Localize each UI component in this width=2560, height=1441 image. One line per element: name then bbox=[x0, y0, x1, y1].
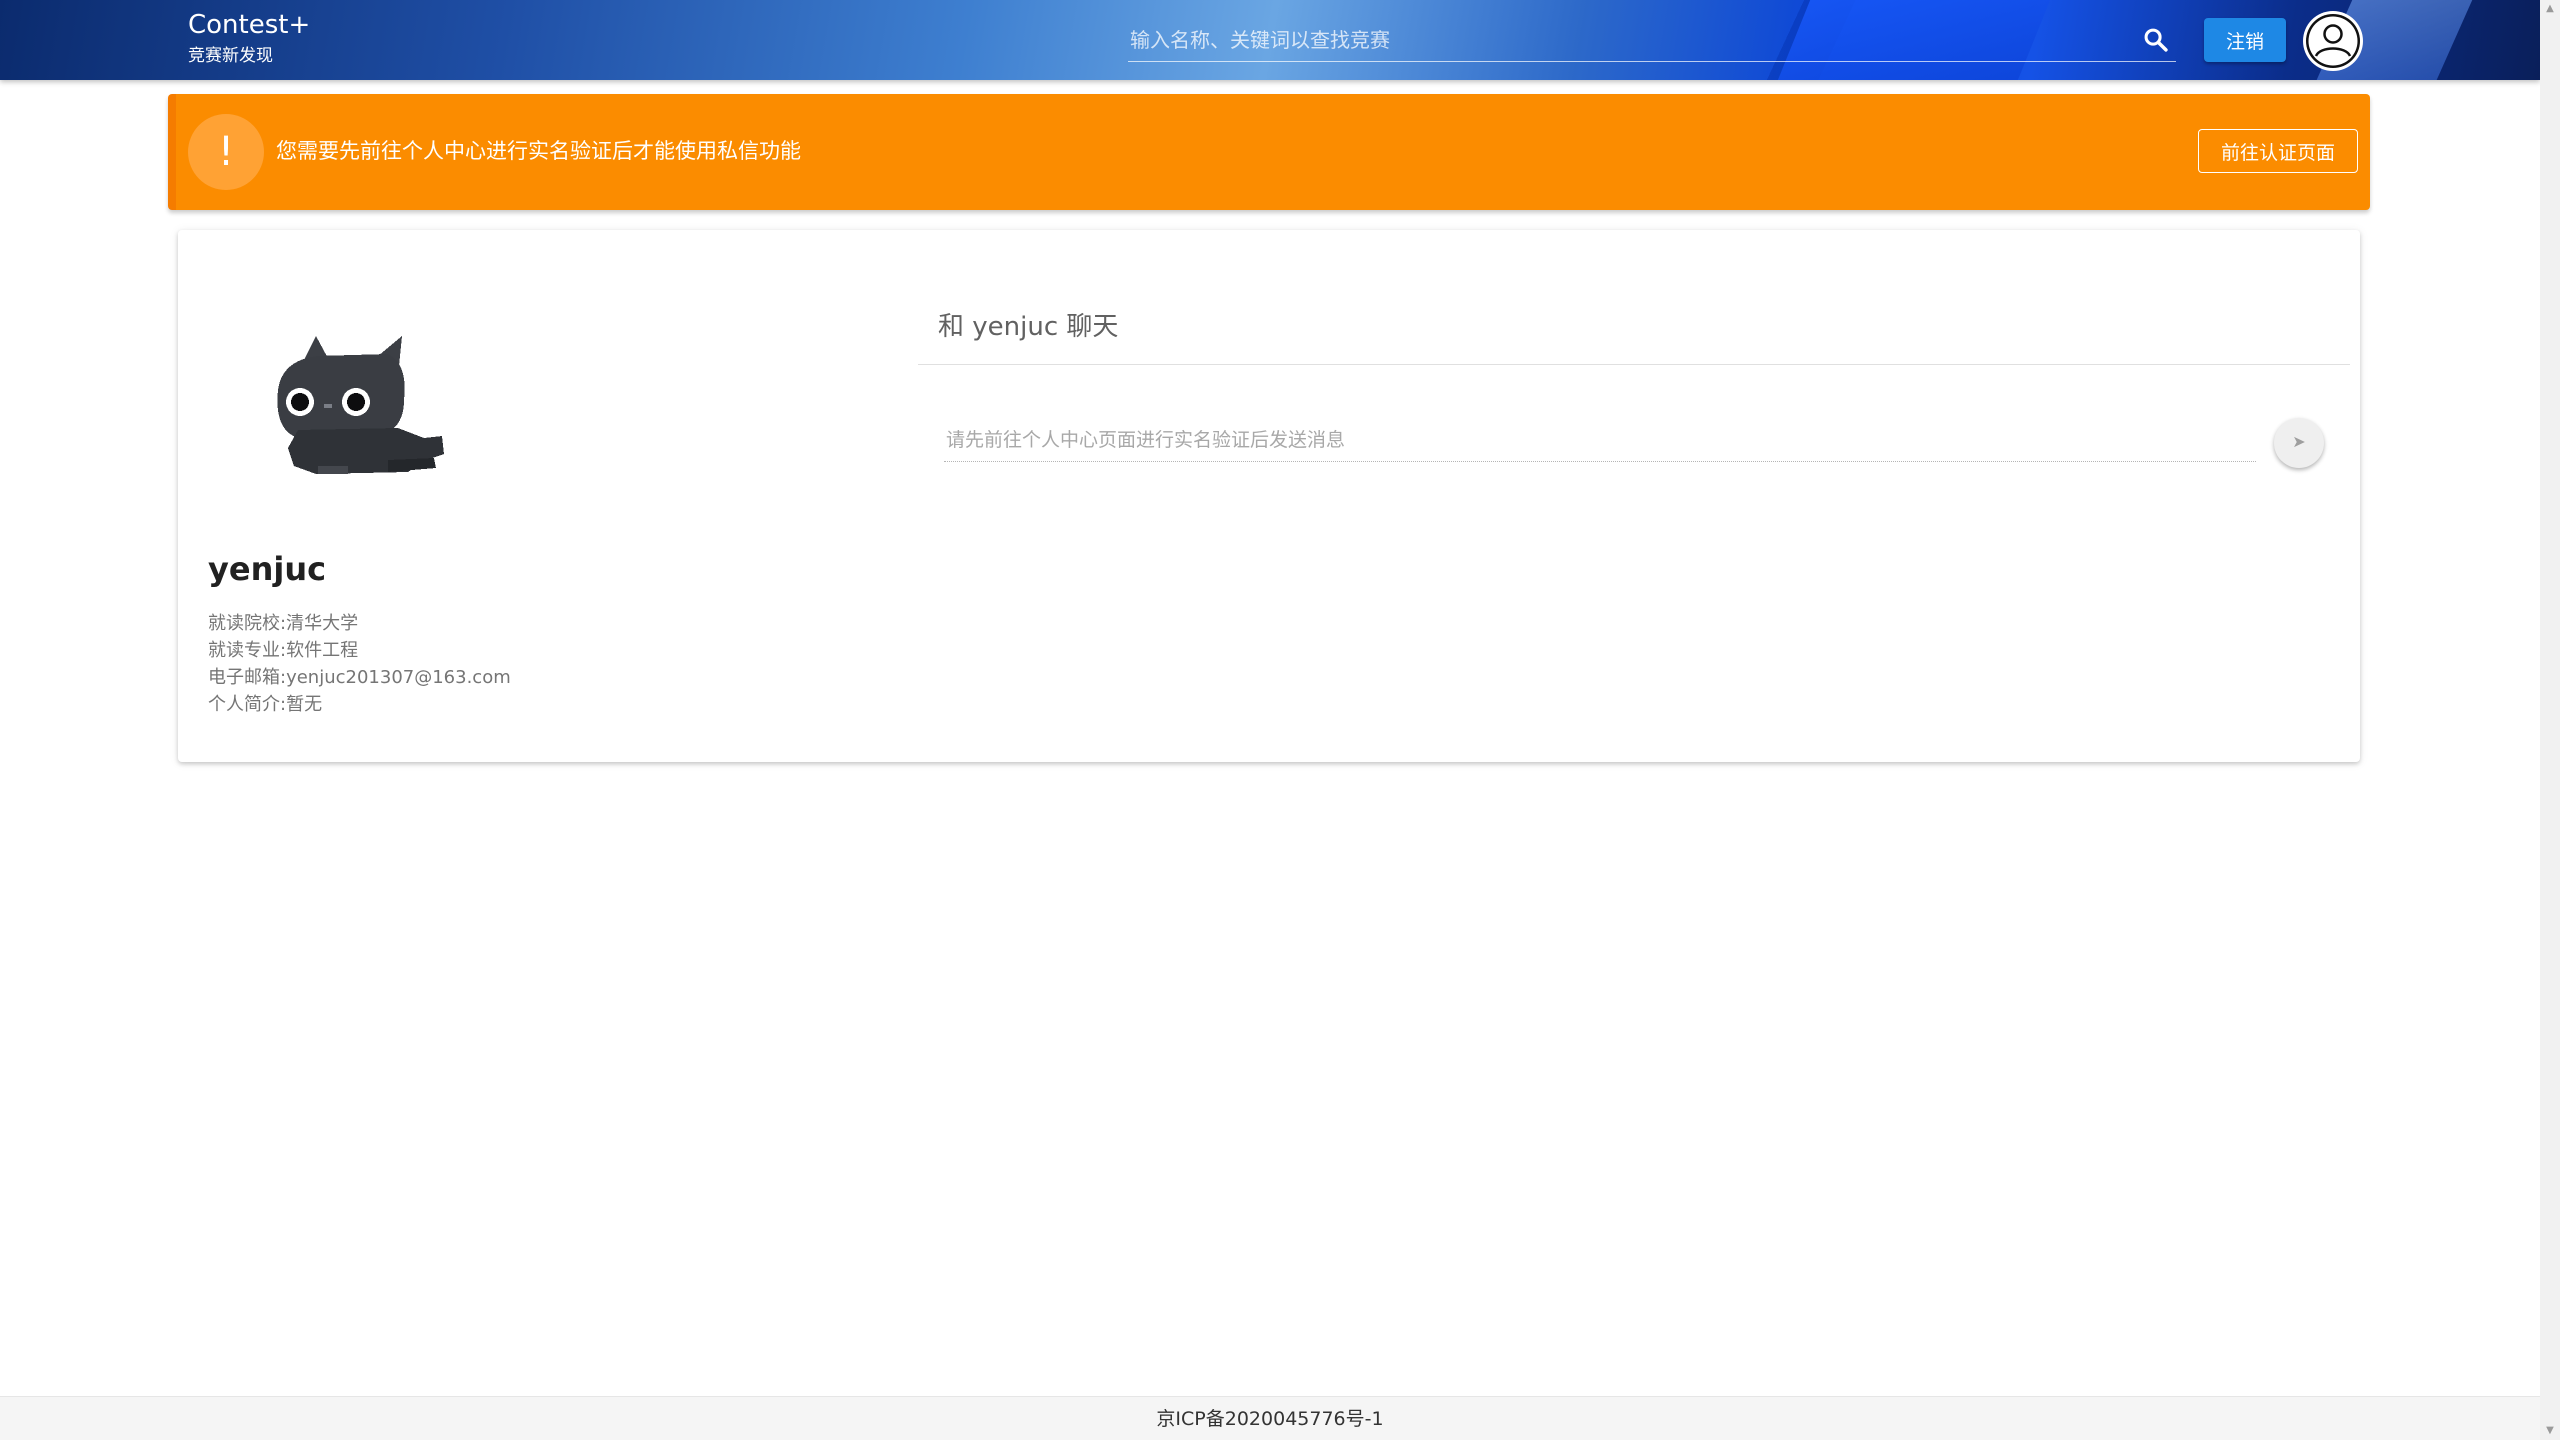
info-label: 电子邮箱: bbox=[208, 667, 287, 688]
info-row-bio: 个人简介:暂无 bbox=[208, 691, 511, 718]
info-label: 就读院校: bbox=[208, 613, 287, 634]
message-input[interactable] bbox=[944, 420, 2256, 460]
brand-subtitle: 竞赛新发现 bbox=[188, 46, 273, 66]
info-row-school: 就读院校:清华大学 bbox=[208, 610, 511, 637]
footer: 京ICP备2020045776号-1 bbox=[0, 1396, 2540, 1440]
scroll-down-icon[interactable]: ▼ bbox=[2540, 1422, 2560, 1440]
info-value: 软件工程 bbox=[286, 640, 359, 661]
search-input[interactable] bbox=[1128, 20, 2118, 60]
top-app-bar: Contest+ 竞赛新发现 注销 bbox=[0, 0, 2540, 80]
vertical-scrollbar[interactable]: ▲ ▼ bbox=[2540, 0, 2560, 1440]
search-bar bbox=[1128, 20, 2176, 62]
avatar bbox=[277, 336, 444, 474]
send-button[interactable]: ➤ bbox=[2274, 418, 2324, 468]
logout-button[interactable]: 注销 bbox=[2204, 18, 2286, 62]
search-icon[interactable] bbox=[2142, 26, 2170, 54]
alert-exclamation-icon: ! bbox=[188, 114, 264, 190]
info-row-major: 就读专业:软件工程 bbox=[208, 637, 511, 664]
profile-chat-card: yenjuc 就读院校:清华大学 就读专业:软件工程 电子邮箱:yenjuc20… bbox=[178, 230, 2360, 762]
info-value: yenjuc201307@163.com bbox=[286, 667, 511, 688]
brand-logo[interactable]: Contest+ 竞赛新发现 bbox=[188, 10, 310, 68]
info-value: 清华大学 bbox=[286, 613, 359, 634]
go-to-verification-button[interactable]: 前往认证页面 bbox=[2197, 129, 2358, 173]
chat-title: 和 yenjuc 聊天 bbox=[938, 312, 1119, 342]
icp-link[interactable]: 京ICP备2020045776号-1 bbox=[1156, 1408, 1383, 1430]
info-label: 就读专业: bbox=[208, 640, 287, 661]
info-value: 暂无 bbox=[286, 694, 323, 715]
message-field bbox=[944, 420, 2256, 462]
profile-name: yenjuc bbox=[208, 550, 327, 588]
verification-alert: ! 您需要先前往个人中心进行实名验证后才能使用私信功能 前往认证页面 bbox=[168, 94, 2370, 210]
scroll-up-icon[interactable]: ▲ bbox=[2540, 0, 2560, 18]
info-label: 个人简介: bbox=[208, 694, 287, 715]
brand-title[interactable]: Contest+ bbox=[188, 10, 310, 40]
info-row-email: 电子邮箱:yenjuc201307@163.com bbox=[208, 664, 511, 691]
alert-message: 您需要先前往个人中心进行实名验证后才能使用私信功能 bbox=[276, 139, 801, 163]
profile-info: 就读院校:清华大学 就读专业:软件工程 电子邮箱:yenjuc201307@16… bbox=[208, 610, 511, 718]
send-icon: ➤ bbox=[2292, 434, 2306, 451]
account-circle-icon[interactable] bbox=[2302, 10, 2364, 72]
divider bbox=[918, 364, 2350, 365]
